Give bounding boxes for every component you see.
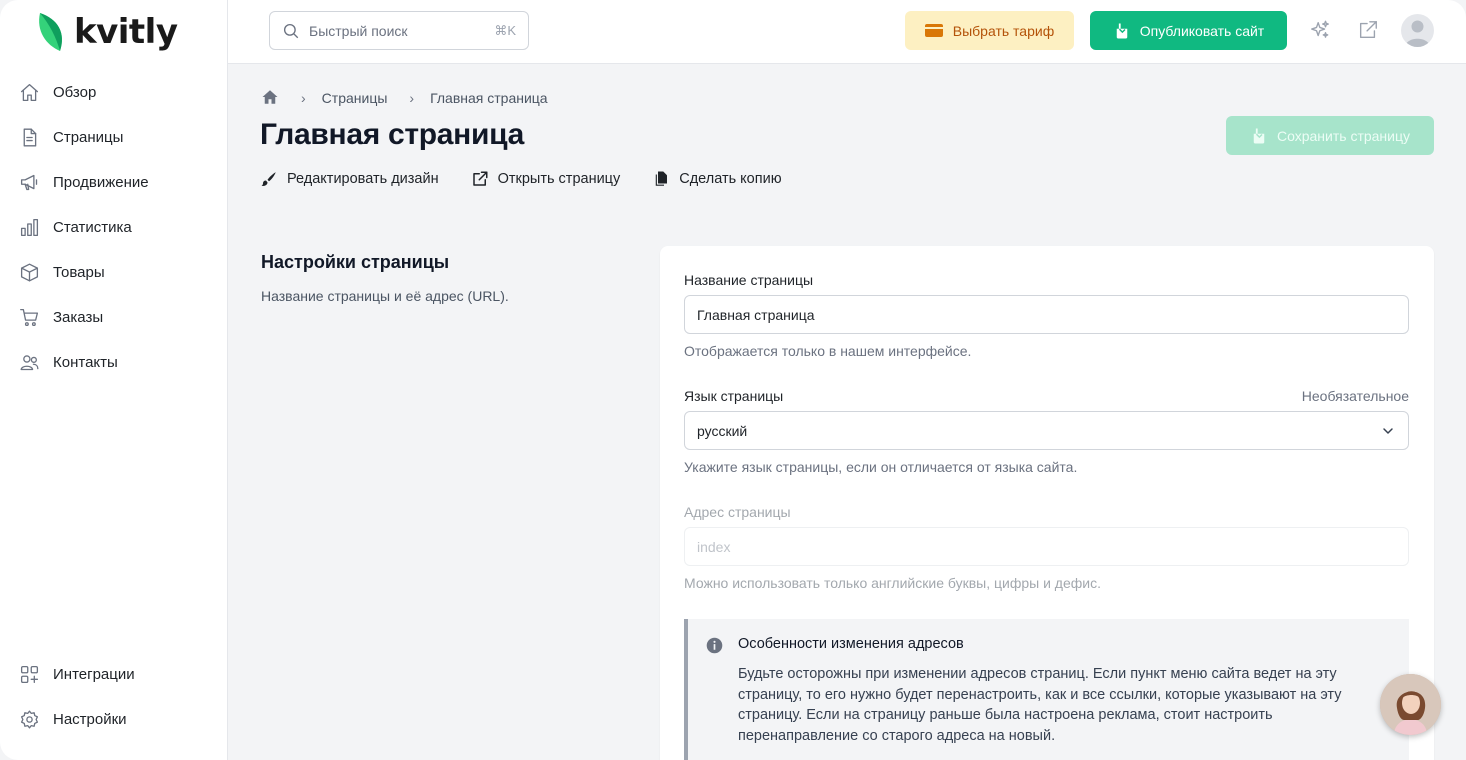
gear-icon xyxy=(20,710,38,729)
megaphone-icon xyxy=(20,174,37,191)
sidebar-item-statistics[interactable]: Статистика xyxy=(0,205,228,250)
open-site-button[interactable] xyxy=(1356,18,1380,42)
sidebar-item-promotion[interactable]: Продвижение xyxy=(0,160,228,205)
notice-text: Будьте осторожны при изменении адресов с… xyxy=(738,666,1342,744)
sidebar-item-label: Обзор xyxy=(53,84,97,101)
sidebar-bottom-nav: Интеграции Настройки xyxy=(0,652,228,742)
publish-site-label: Опубликовать сайт xyxy=(1139,22,1265,39)
save-icon xyxy=(1253,128,1265,143)
publish-site-button[interactable]: Опубликовать сайт xyxy=(1090,11,1287,50)
sidebar-item-label: Заказы xyxy=(53,309,104,326)
bar-chart-icon xyxy=(20,218,38,237)
page-name-field[interactable] xyxy=(684,295,1409,334)
save-page-label: Сохранить страницу xyxy=(1276,127,1410,144)
sidebar: kvitly Обзор Страницы Продвижение Статис… xyxy=(0,0,228,760)
breadcrumb-pages[interactable]: Страницы xyxy=(322,90,388,106)
page-name-input[interactable] xyxy=(697,306,1396,323)
logo[interactable]: kvitly xyxy=(36,10,178,54)
cart-icon xyxy=(19,308,38,327)
page-actions: Редактировать дизайн Открыть страницу Сд… xyxy=(260,170,814,188)
user-avatar-icon xyxy=(1405,20,1430,47)
sidebar-item-label: Статистика xyxy=(53,219,132,236)
page-address-label: Адрес страницы xyxy=(684,504,791,520)
notice-title: Особенности изменения адресов xyxy=(738,636,964,652)
document-icon xyxy=(23,128,36,147)
open-page-label: Открыть страницу xyxy=(497,171,621,187)
save-page-button[interactable]: Сохранить страницу xyxy=(1226,116,1434,155)
page-name-label: Название страницы xyxy=(684,272,814,288)
topbar: ⌘K Выбрать тариф Опубликовать сайт xyxy=(228,0,1466,64)
sidebar-item-orders[interactable]: Заказы xyxy=(0,295,228,340)
make-copy-label: Сделать копию xyxy=(679,171,782,187)
edit-design-label: Редактировать дизайн xyxy=(287,171,439,187)
page-title: Главная страница xyxy=(260,118,524,151)
brush-icon xyxy=(261,172,276,186)
search-box[interactable]: ⌘K xyxy=(269,11,529,50)
external-link-icon xyxy=(1359,21,1377,39)
home-icon xyxy=(20,83,38,102)
chevron-right-icon: › xyxy=(301,90,306,106)
make-copy-action[interactable]: Сделать копию xyxy=(652,170,782,188)
app-window: kvitly Обзор Страницы Продвижение Статис… xyxy=(0,0,1466,760)
sidebar-item-settings[interactable]: Настройки xyxy=(0,697,228,742)
publish-icon xyxy=(1116,23,1128,38)
copy-icon xyxy=(655,171,668,186)
search-icon xyxy=(283,23,299,38)
credit-card-icon xyxy=(924,24,943,37)
search-input[interactable] xyxy=(309,22,495,39)
page-language-label: Язык страницы xyxy=(684,388,784,404)
page-language-help: Укажите язык страницы, если он отличаетс… xyxy=(684,459,1078,475)
sidebar-item-label: Товары xyxy=(53,264,105,281)
user-avatar[interactable] xyxy=(1401,14,1434,47)
optional-tag: Необязательное xyxy=(1301,388,1409,404)
sidebar-item-overview[interactable]: Обзор xyxy=(0,70,228,115)
chevron-down-icon xyxy=(1383,428,1393,434)
sidebar-item-pages[interactable]: Страницы xyxy=(0,115,228,160)
breadcrumb-home[interactable] xyxy=(261,88,279,109)
chevron-right-icon: › xyxy=(409,90,415,106)
choose-tariff-button[interactable]: Выбрать тариф xyxy=(905,11,1074,50)
breadcrumb-current: Главная страница xyxy=(430,90,548,106)
sidebar-item-products[interactable]: Товары xyxy=(0,250,228,295)
sidebar-item-label: Интеграции xyxy=(53,666,135,683)
settings-card: Название страницы Отображается только в … xyxy=(660,246,1434,760)
address-change-notice: Особенности изменения адресов Будьте ост… xyxy=(684,619,1409,760)
edit-design-action[interactable]: Редактировать дизайн xyxy=(260,170,439,188)
settings-section-title: Настройки страницы xyxy=(261,252,450,272)
page-language-select[interactable]: русский xyxy=(684,411,1409,450)
leaf-logo-icon xyxy=(39,13,62,51)
page-address-help: Можно использовать только английские бук… xyxy=(684,575,1101,591)
open-page-action[interactable]: Открыть страницу xyxy=(471,170,621,188)
support-agent-avatar-icon xyxy=(1380,674,1441,735)
page-name-help: Отображается только в нашем интерфейсе. xyxy=(684,343,972,359)
logo-text: kvitly xyxy=(74,12,178,52)
box-icon xyxy=(20,263,38,282)
sidebar-item-label: Страницы xyxy=(53,129,124,146)
page-address-field[interactable] xyxy=(684,527,1409,566)
sidebar-nav: Обзор Страницы Продвижение Статистика То… xyxy=(0,70,228,385)
choose-tariff-label: Выбрать тариф xyxy=(952,22,1055,39)
breadcrumb: › Страницы › Главная страница xyxy=(261,88,548,108)
home-filled-icon xyxy=(262,89,278,104)
info-icon xyxy=(706,637,723,654)
sidebar-item-integrations[interactable]: Интеграции xyxy=(0,652,228,697)
sidebar-item-label: Контакты xyxy=(53,354,118,371)
grid-plus-icon xyxy=(20,665,38,684)
users-icon xyxy=(20,355,38,371)
support-chat-button[interactable] xyxy=(1380,674,1441,735)
external-link-icon xyxy=(472,171,488,186)
page-address-input[interactable] xyxy=(697,538,1396,555)
page-language-value: русский xyxy=(697,422,748,439)
settings-section-description: Название страницы и её адрес (URL). xyxy=(261,288,509,304)
sparkles-icon xyxy=(1311,20,1329,38)
sidebar-item-label: Настройки xyxy=(53,711,127,728)
search-shortcut: ⌘K xyxy=(494,22,516,38)
sidebar-item-contacts[interactable]: Контакты xyxy=(0,340,228,385)
sidebar-item-label: Продвижение xyxy=(53,174,149,191)
ai-sparkles-button[interactable] xyxy=(1308,18,1332,42)
